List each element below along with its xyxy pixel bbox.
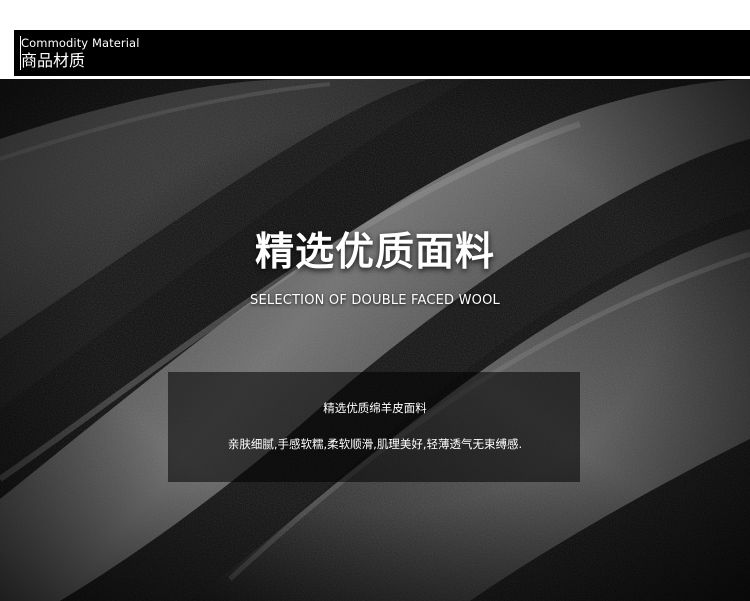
hero-heading-en: SELECTION OF DOUBLE FACED WOOL — [250, 293, 500, 308]
header-accent-bar — [10, 30, 14, 76]
leather-texture-image — [0, 79, 750, 601]
material-title: 精选优质绵羊皮面料 — [323, 401, 427, 415]
section-header: Commodity Material 商品材质 — [10, 30, 750, 76]
product-material-page: Commodity Material 商品材质 精选优质面料 SELECTION… — [0, 0, 750, 601]
leather-folds-graphic — [0, 79, 750, 601]
section-title-cn: 商品材质 — [21, 51, 86, 70]
hero-heading-cn: 精选优质面料 — [254, 230, 495, 275]
material-description: 亲肤细腻,手感软糯,柔软顺滑,肌理美好,轻薄透气无束缚感. — [227, 437, 523, 451]
section-title-en: Commodity Material — [21, 36, 140, 50]
material-info-panel — [168, 372, 580, 482]
